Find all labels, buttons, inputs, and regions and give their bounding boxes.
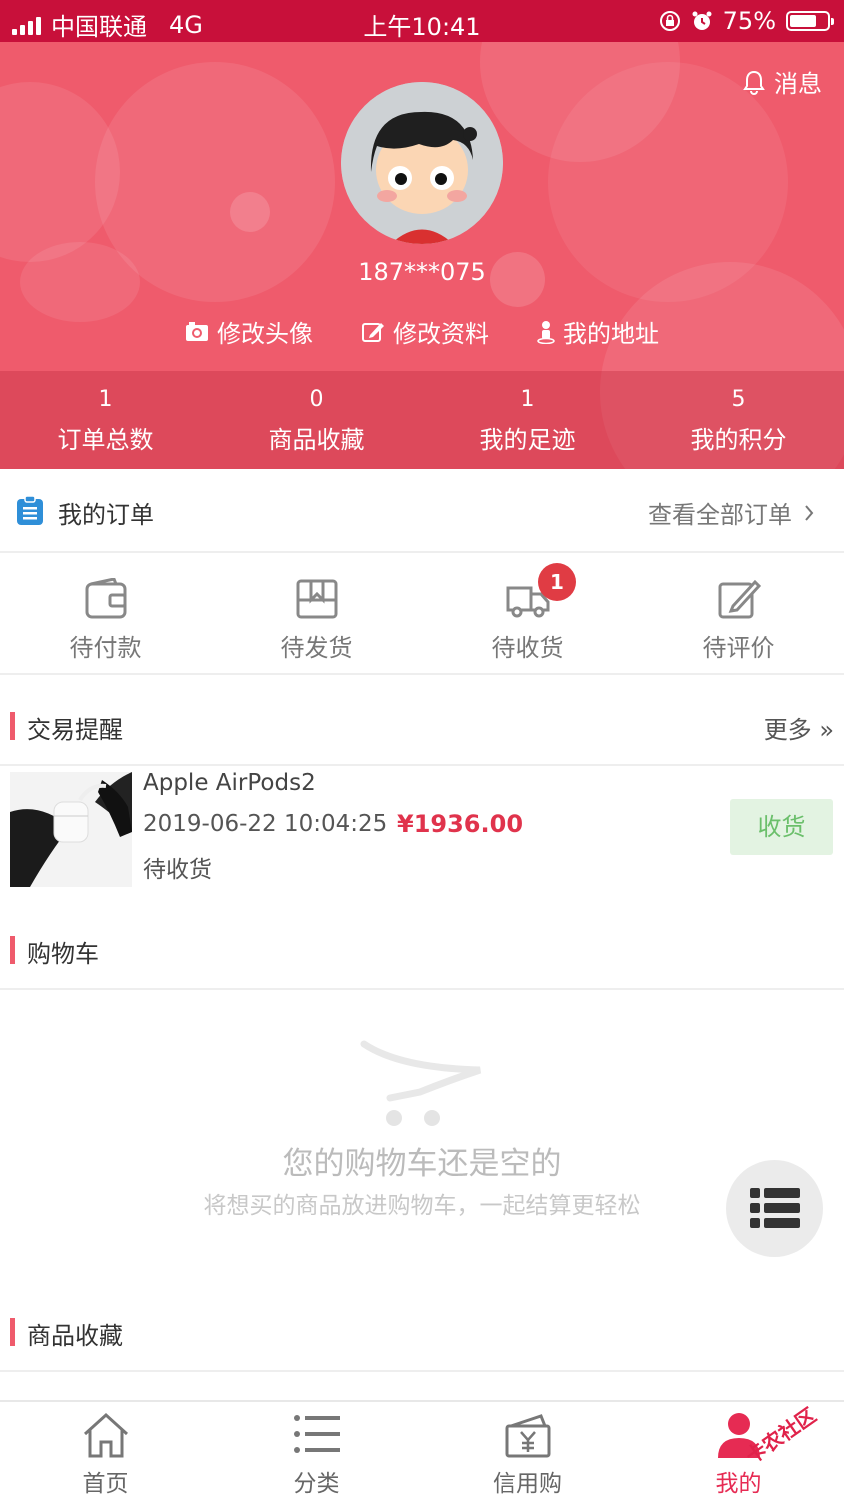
order-pending-payment[interactable]: 待付款 [0, 553, 211, 673]
tab-home[interactable]: 首页 [0, 1402, 211, 1502]
edit-icon [718, 579, 761, 619]
empty-cart-title: 您的购物车还是空的 [282, 1146, 562, 1182]
messages-label: 消息 [774, 70, 822, 98]
section-marker [10, 936, 15, 964]
bottom-tabbar: 首页 分类 信用购 我的 [0, 1400, 844, 1502]
favorites-header: 商品收藏 [0, 1292, 844, 1372]
trade-reminder-header: 交易提醒 更多 » [0, 686, 844, 766]
user-phone: 187***075 [358, 258, 486, 286]
credit-icon [505, 1414, 550, 1458]
tab-label: 信用购 [493, 1471, 562, 1497]
stat-label: 我的足迹 [479, 426, 576, 454]
tab-credit-buy[interactable]: 信用购 [422, 1402, 633, 1502]
chevron-right-icon [805, 504, 814, 521]
list-icon [750, 1188, 800, 1228]
orientation-lock-icon [659, 11, 680, 31]
edit-profile-label: 修改资料 [393, 320, 489, 348]
view-all-orders-label: 查看全部订单 [648, 501, 792, 529]
stat-value: 1 [98, 387, 113, 412]
stat-orders[interactable]: 1 订单总数 [0, 371, 211, 469]
stat-label: 订单总数 [57, 426, 154, 454]
clipboard-icon [17, 496, 43, 525]
camera-icon [186, 321, 208, 341]
my-orders-title: 我的订单 [58, 501, 154, 529]
avatar[interactable] [341, 82, 503, 244]
trade-reminder-title: 交易提醒 [27, 716, 123, 744]
trade-more-link[interactable]: 更多 » [764, 710, 834, 745]
avatar-image [341, 82, 503, 244]
stat-footprints[interactable]: 1 我的足迹 [422, 371, 633, 469]
section-marker [10, 1318, 15, 1346]
order-pending-shipment[interactable]: 待发货 [211, 553, 422, 673]
profile-header: 消息 187***075 修改头像 修改资料 我的地址 1订单总数 0 商品收藏… [0, 42, 844, 469]
battery-icon [786, 11, 834, 31]
stat-label: 商品收藏 [268, 426, 365, 454]
trade-item[interactable]: Apple AirPods2 2019-06-22 10:04:25 ¥1936… [0, 764, 844, 890]
order-status-row: 待付款 待发货 待收货 待评价 [0, 553, 844, 675]
my-address-button[interactable]: 我的地址 [537, 314, 659, 349]
view-all-orders-link[interactable]: 查看全部订单 [648, 495, 814, 530]
stat-value: 5 [731, 387, 746, 412]
pending-receipt-badge: 1 [538, 563, 576, 601]
list-icon [293, 1415, 340, 1453]
stat-value: 1 [520, 387, 535, 412]
tab-category[interactable]: 分类 [211, 1402, 422, 1502]
confirm-receipt-button[interactable]: 收货 [730, 799, 833, 855]
cart-empty-icon [360, 1040, 482, 1126]
my-orders-header[interactable]: 我的订单 查看全部订单 [0, 469, 844, 553]
menu-fab-button[interactable] [726, 1160, 823, 1257]
tab-label: 我的 [715, 1471, 762, 1497]
stat-label: 我的积分 [690, 426, 787, 454]
edit-icon [362, 322, 384, 342]
product-name: Apple AirPods2 [143, 770, 316, 796]
person-pin-icon [537, 320, 555, 344]
battery-percent: 75% [722, 7, 776, 35]
empty-cart-subtitle: 将想买的商品放进购物车，一起结算更轻松 [203, 1193, 641, 1219]
messages-button[interactable]: 消息 [742, 64, 822, 99]
status-bar: 中国联通 4G 上午10:41 75% [0, 0, 844, 42]
my-address-label: 我的地址 [563, 320, 659, 348]
order-status-label: 待付款 [69, 634, 142, 662]
order-status-label: 待发货 [280, 634, 353, 662]
stats-bar: 1 订单总数 0 商品收藏 1 我的足迹 5 我的积分 [0, 371, 844, 469]
cart-title: 购物车 [27, 940, 99, 968]
clock: 上午10:41 [363, 13, 481, 41]
edit-profile-button[interactable]: 修改资料 [361, 314, 489, 349]
order-status: 待收货 [143, 857, 212, 883]
home-icon [83, 1412, 128, 1458]
order-date: 2019-06-22 10:04:25 [143, 811, 388, 837]
cart-header: 购物车 [0, 910, 844, 990]
tab-label: 首页 [82, 1471, 129, 1497]
section-marker [10, 712, 15, 740]
tab-label: 分类 [293, 1471, 340, 1497]
bell-icon [743, 70, 765, 95]
order-status-label: 待评价 [702, 634, 775, 662]
stat-favorites[interactable]: 0 商品收藏 [211, 371, 422, 469]
wallet-icon [85, 577, 126, 619]
package-icon [296, 579, 337, 619]
order-status-label: 待收货 [491, 634, 564, 662]
order-pending-review[interactable]: 待评价 [633, 553, 844, 673]
favorites-title: 商品收藏 [27, 1322, 123, 1350]
change-avatar-label: 修改头像 [217, 320, 313, 348]
stat-points[interactable]: 5 我的积分 [633, 371, 844, 469]
order-pending-receipt[interactable]: 待收货 [422, 553, 633, 673]
order-price: ¥1936.00 [397, 810, 524, 838]
stat-value: 0 [309, 387, 324, 412]
product-image [10, 772, 132, 887]
change-avatar-button[interactable]: 修改头像 [185, 314, 313, 349]
alarm-icon [692, 11, 712, 30]
